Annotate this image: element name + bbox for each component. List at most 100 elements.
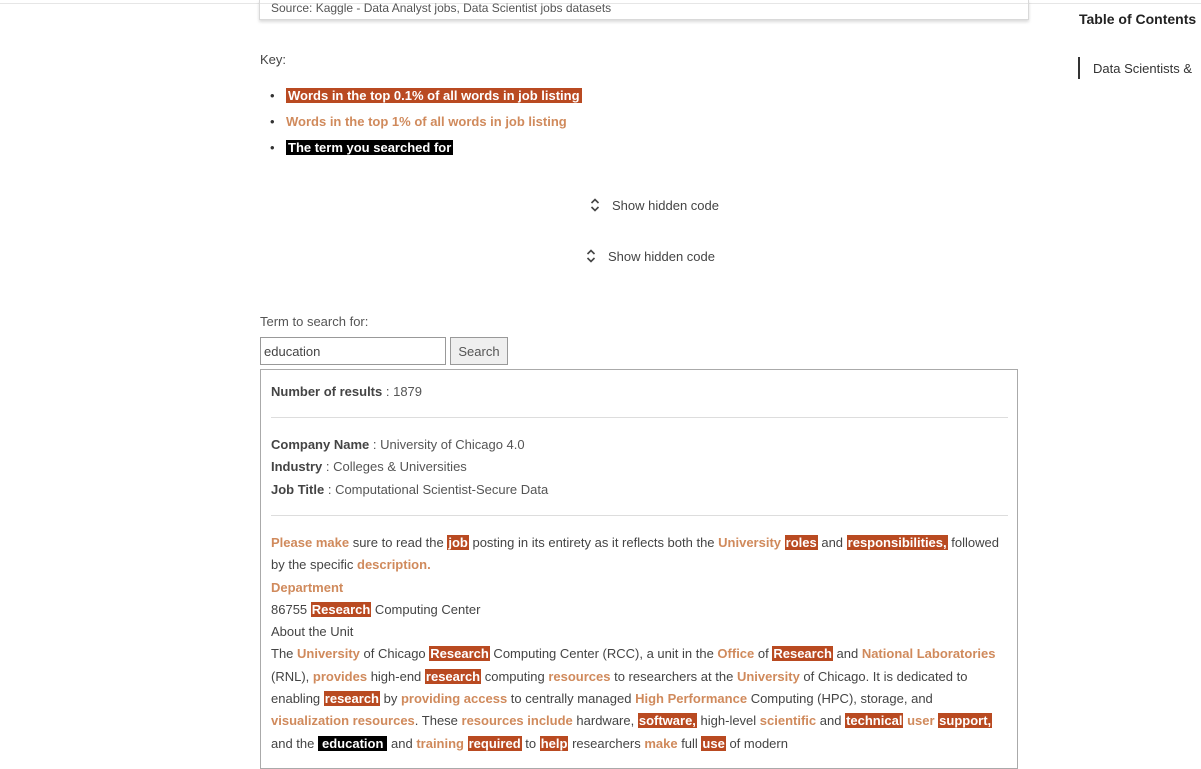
expand-chevron-icon <box>590 198 600 212</box>
job-title-label: Job Title <box>271 482 325 497</box>
highlight-search-term: education <box>318 735 388 751</box>
description-text: and <box>387 735 417 751</box>
key-label: Key: <box>260 52 287 67</box>
description-text: 86755 <box>271 601 311 617</box>
description-text: The <box>271 646 298 662</box>
results-count-value: 1879 <box>393 384 423 399</box>
highlight-top-0-1-word: support, <box>938 713 993 729</box>
key-text-top-1: Words in the top 1% of all words in job … <box>286 114 567 129</box>
results-panel: Number of results : 1879 Company Name : … <box>260 369 1018 769</box>
source-text: Source: Kaggle - Data Analyst jobs, Data… <box>271 1 612 15</box>
description-paragraph: The University of Chicago Research Compu… <box>271 643 1006 754</box>
key-text-top-0-1: Words in the top 0.1% of all words in jo… <box>286 88 582 103</box>
source-caption: Source: Kaggle - Data Analyst jobs, Data… <box>259 0 1029 20</box>
industry-row: Industry : Colleges & Universities <box>271 459 467 474</box>
highlight-top-0-1-word: required <box>467 735 522 751</box>
highlight-top-1-word: make <box>644 735 678 751</box>
search-term-label: Term to search for: <box>260 314 369 329</box>
results-count-label: Number of results <box>271 384 383 399</box>
company-value: University of Chicago 4.0 <box>380 437 525 452</box>
highlight-top-0-1-word: Research <box>429 646 490 662</box>
highlight-top-0-1-word: Research <box>772 646 833 662</box>
highlight-top-1-word: Please make <box>271 535 350 550</box>
description-text: and <box>816 713 846 729</box>
description-paragraph: 86755 Research Computing Center <box>271 599 1006 621</box>
description-text: high-level <box>696 713 760 729</box>
highlight-top-1-word: Department <box>271 579 344 595</box>
key-list: Words in the top 0.1% of all words in jo… <box>270 86 582 164</box>
description-text: and <box>832 646 862 662</box>
highlight-top-1-word: University <box>297 646 360 662</box>
key-text-search-term: The term you searched for <box>286 140 454 155</box>
description-text: to <box>521 735 540 751</box>
highlight-top-1-word: providing access <box>400 691 508 707</box>
description-text: Computing Center <box>371 601 481 617</box>
description-text: . These <box>414 713 462 729</box>
description-text: Computing Center (RCC), a unit in the <box>489 646 718 662</box>
description-text: of <box>754 646 773 662</box>
highlight-top-1-word: visualization resources <box>271 713 415 729</box>
highlight-top-0-1-word: help <box>539 735 569 751</box>
highlight-top-1-word: University <box>718 535 782 550</box>
description-text: to researchers at the <box>610 668 737 684</box>
description-paragraph: About the Unit <box>271 621 1006 643</box>
description-paragraph: Please make sure to read the job posting… <box>271 532 1006 577</box>
search-button[interactable]: Search <box>450 337 508 365</box>
highlight-top-1-word: description. <box>357 557 431 573</box>
toc-item-data-scientists[interactable]: Data Scientists & <box>1093 61 1192 76</box>
show-hidden-code-toggle-1[interactable]: Show hidden code <box>590 197 719 213</box>
description-text: of Chicago <box>359 646 430 662</box>
highlight-top-0-1-word: use <box>701 735 726 751</box>
description-text: researchers <box>568 735 645 751</box>
highlight-top-1-word: Office <box>717 646 755 662</box>
highlight-top-0-1-word: responsibilities, <box>846 535 948 550</box>
description-text: Computing (HPC), storage, and <box>747 691 933 707</box>
show-hidden-code-label: Show hidden code <box>608 248 715 264</box>
description-text: of modern <box>725 735 788 751</box>
company-row: Company Name : University of Chicago 4.0 <box>271 437 525 452</box>
job-title-row: Job Title : Computational Scientist-Secu… <box>271 482 549 497</box>
highlight-top-1-word: National Laboratories <box>861 646 996 662</box>
highlight-top-0-1-word: job <box>447 535 469 550</box>
description-text: (RNL), <box>271 668 313 684</box>
highlight-top-0-1-word: roles <box>784 535 818 550</box>
description-paragraph: Department <box>271 577 1006 599</box>
industry-label: Industry <box>271 459 323 474</box>
highlight-top-0-1-word: technical <box>845 713 904 729</box>
description-text: full <box>677 735 702 751</box>
job-title-value: Computational Scientist-Secure Data <box>335 482 549 497</box>
highlight-top-1-word: High Performance <box>635 691 748 707</box>
highlight-top-1-word: resources <box>548 668 611 684</box>
description-text: hardware, <box>572 713 638 729</box>
highlight-top-0-1-word: Research <box>310 601 372 617</box>
description-text: computing <box>481 668 549 684</box>
description-text: and the <box>271 735 318 751</box>
description-text: high-end <box>367 668 425 684</box>
description-text: to centrally managed <box>507 691 636 707</box>
results-divider <box>271 417 1008 418</box>
highlight-top-0-1-word: research <box>424 668 482 684</box>
industry-value: Colleges & Universities <box>333 459 467 474</box>
highlight-top-0-1-word: software, <box>637 713 697 729</box>
toc-active-indicator <box>1078 57 1080 79</box>
highlight-top-1-word: user <box>907 713 935 729</box>
show-hidden-code-label: Show hidden code <box>612 197 719 213</box>
description-text: posting in its entirety as it reflects b… <box>468 535 719 550</box>
description-text: by <box>380 691 401 707</box>
highlight-top-1-word: University <box>736 668 800 684</box>
search-input[interactable] <box>260 337 446 365</box>
highlight-top-1-word: training <box>416 735 464 751</box>
show-hidden-code-toggle-2[interactable]: Show hidden code <box>586 248 715 264</box>
highlight-top-0-1-word: research <box>323 691 380 707</box>
highlight-top-1-word: resources include <box>461 713 573 729</box>
job-description: Please make sure to read the job posting… <box>271 532 1006 755</box>
company-label: Company Name <box>271 437 370 452</box>
highlight-top-1-word: provides <box>312 668 368 684</box>
results-count: Number of results : 1879 <box>271 384 423 399</box>
description-text: About the Unit <box>271 624 354 640</box>
details-divider <box>271 515 1008 516</box>
key-item-top-0-1: Words in the top 0.1% of all words in jo… <box>270 86 582 112</box>
description-text: sure to read the <box>349 535 448 550</box>
key-item-search-term: The term you searched for <box>270 138 582 164</box>
expand-chevron-icon <box>586 249 596 263</box>
